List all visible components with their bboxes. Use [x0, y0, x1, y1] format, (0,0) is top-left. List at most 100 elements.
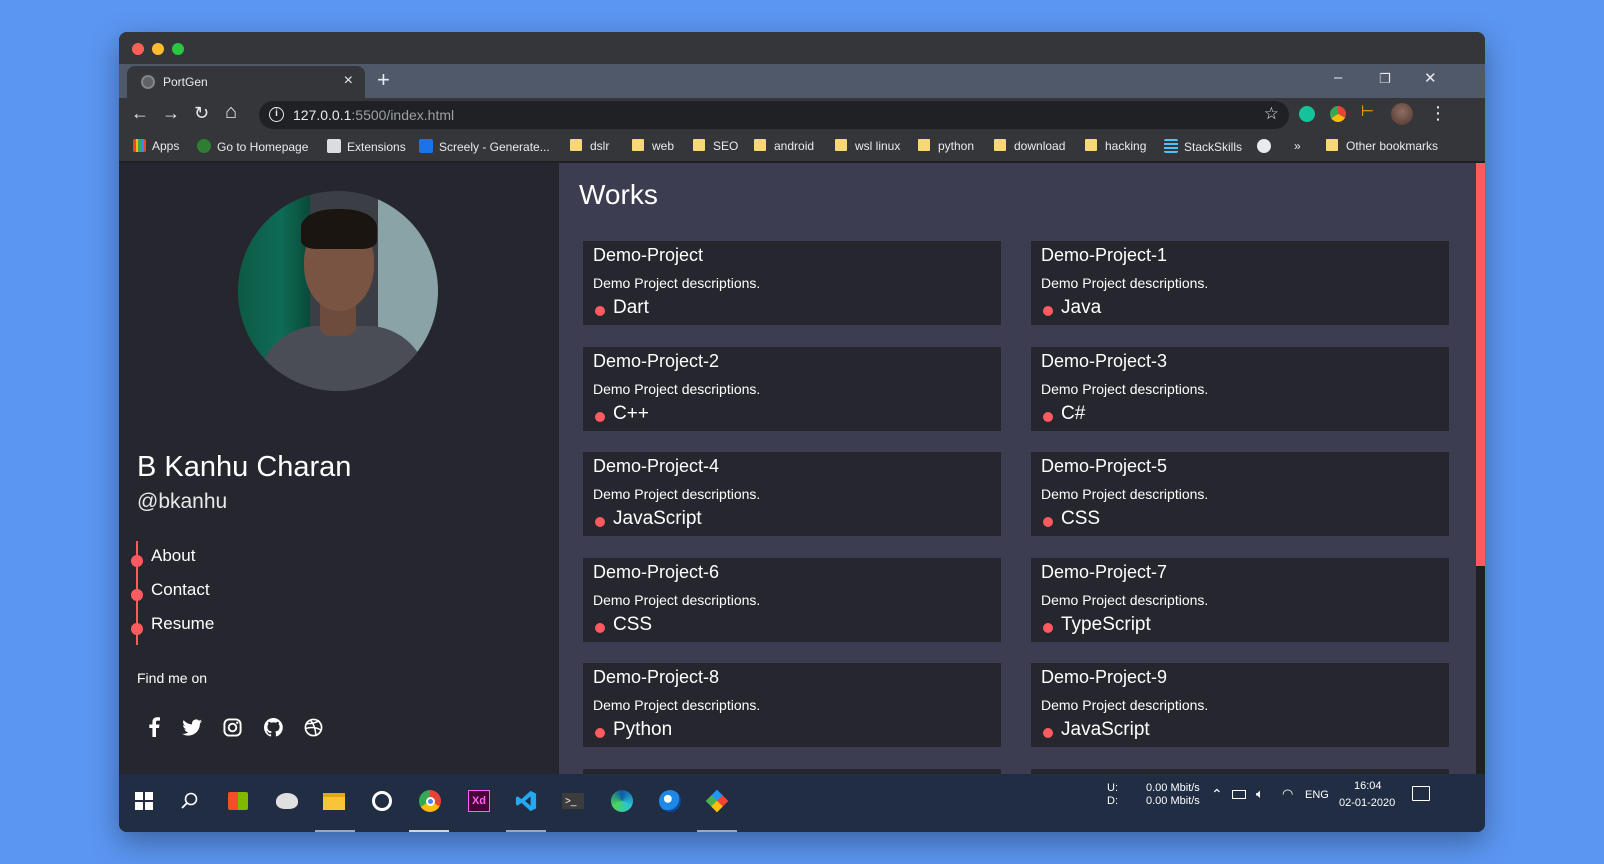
search-icon[interactable]: [177, 788, 203, 814]
folder-icon: [1085, 139, 1097, 151]
firefox-icon[interactable]: [657, 788, 683, 814]
window-minimize-button[interactable]: –: [1334, 69, 1342, 86]
project-card[interactable]: Demo-Project-6 Demo Project descriptions.…: [583, 558, 1001, 642]
folder-icon: [835, 139, 847, 151]
project-card[interactable]: Demo-Project Demo Project descriptions. Da…: [583, 241, 1001, 325]
bookmark-folder-hacking[interactable]: hacking: [1085, 139, 1146, 153]
globe-icon: [1257, 139, 1271, 153]
project-title[interactable]: Demo-Project-4: [593, 456, 719, 477]
apps-grid-icon: [133, 139, 146, 152]
maximize-traffic-light[interactable]: [172, 43, 184, 55]
bookmark-folder-python[interactable]: python: [918, 139, 974, 153]
github-icon[interactable]: [262, 716, 284, 738]
clock-date[interactable]: 02-01-2020: [1339, 797, 1395, 809]
notification-icon[interactable]: [1412, 786, 1430, 801]
tab-portgen[interactable]: PortGen ×: [127, 66, 365, 98]
bookmark-apps[interactable]: Apps: [133, 139, 179, 153]
color-extension-icon[interactable]: [1330, 106, 1346, 122]
reload-icon[interactable]: ↻: [194, 103, 209, 124]
grammarly-icon[interactable]: [1299, 106, 1315, 122]
nav-contact-link[interactable]: Contact: [151, 580, 210, 600]
language-indicator[interactable]: ENG: [1305, 789, 1329, 801]
chrome-menu-icon[interactable]: ⋮: [1429, 103, 1447, 124]
project-card[interactable]: Demo-Project-4 Demo Project descriptions.…: [583, 452, 1001, 536]
chevron-up-icon[interactable]: ⌃: [1211, 786, 1223, 803]
project-title[interactable]: Demo-Project-9: [1041, 667, 1167, 688]
bookmark-stackskills[interactable]: StackSkills: [1164, 139, 1242, 154]
dribbble-icon[interactable]: [302, 716, 324, 738]
chrome-icon[interactable]: [417, 788, 443, 814]
project-card[interactable]: Demo-Project-5 Demo Project descriptions.…: [1031, 452, 1449, 536]
project-card[interactable]: Demo-Project-1 Demo Project descriptions.…: [1031, 241, 1449, 325]
bookmark-folder-wsl[interactable]: wsl linux: [835, 139, 900, 153]
nav-dot: [131, 555, 143, 567]
project-title[interactable]: Demo-Project-5: [1041, 456, 1167, 477]
new-tab-button[interactable]: +: [377, 67, 390, 93]
bookmark-folder-seo[interactable]: SEO: [693, 139, 738, 153]
back-arrow-icon[interactable]: ←: [131, 103, 149, 124]
twitter-icon[interactable]: [181, 716, 203, 738]
bookmark-extensions[interactable]: Extensions: [327, 139, 406, 154]
volume-icon[interactable]: 🔈︎: [1256, 786, 1264, 802]
bookmark-web-label: web: [652, 139, 675, 153]
bookmark-globe[interactable]: [1257, 139, 1277, 154]
window-close-button[interactable]: ✕: [1424, 69, 1437, 87]
paint-icon[interactable]: [274, 788, 300, 814]
facebook-icon[interactable]: [143, 716, 165, 738]
puzzle-icon: [327, 139, 341, 153]
minimize-traffic-light[interactable]: [152, 43, 164, 55]
bookmark-wsl-label: wsl linux: [855, 139, 901, 153]
project-title[interactable]: Demo-Project-2: [593, 351, 719, 372]
home-icon[interactable]: ⌂: [225, 101, 237, 124]
window-restore-button[interactable]: ❐: [1379, 71, 1391, 87]
profile-photo: [238, 191, 438, 391]
close-traffic-light[interactable]: [132, 43, 144, 55]
wifi-icon[interactable]: ◠: [1282, 786, 1293, 802]
bookmark-homepage[interactable]: Go to Homepage: [197, 139, 308, 154]
project-title[interactable]: Demo-Project-8: [593, 667, 719, 688]
bookmarks-overflow-button[interactable]: »: [1294, 139, 1301, 153]
project-title[interactable]: Demo-Project-3: [1041, 351, 1167, 372]
store-icon[interactable]: [225, 788, 251, 814]
project-card[interactable]: Demo-Project-7 Demo Project descriptions.…: [1031, 558, 1449, 642]
nav-resume-link[interactable]: Resume: [151, 614, 214, 634]
project-title[interactable]: Demo-Project-7: [1041, 562, 1167, 583]
pinned-extension-icon[interactable]: ⊢: [1361, 102, 1377, 120]
edge-beta-icon[interactable]: [609, 788, 635, 814]
project-card[interactable]: Demo-Project-9 Demo Project descriptions.…: [1031, 663, 1449, 747]
bookmark-star-icon[interactable]: ☆: [1264, 104, 1279, 124]
address-bar[interactable]: i 127.0.0.1:5500/index.html ☆: [259, 101, 1289, 129]
project-title[interactable]: Demo-Project-6: [593, 562, 719, 583]
groove-icon[interactable]: [369, 788, 395, 814]
nav-about-link[interactable]: About: [151, 546, 195, 566]
bookmark-folder-download[interactable]: download: [994, 139, 1065, 153]
windows-start-icon[interactable]: [131, 788, 157, 814]
tab-close-icon[interactable]: ×: [344, 72, 353, 90]
bookmark-folder-dslr[interactable]: dslr: [570, 139, 609, 153]
project-card[interactable]: Demo-Project-2 Demo Project descriptions.…: [583, 347, 1001, 431]
project-title[interactable]: Demo-Project-1: [1041, 245, 1167, 266]
profile-name: B Kanhu Charan: [137, 451, 352, 483]
profile-avatar[interactable]: [1391, 103, 1413, 125]
project-card[interactable]: Demo-Project-8 Demo Project descriptions.…: [583, 663, 1001, 747]
project-card[interactable]: Demo-Project-3 Demo Project descriptions.…: [1031, 347, 1449, 431]
scrollbar-thumb[interactable]: [1476, 163, 1485, 566]
bookmark-other[interactable]: Other bookmarks: [1326, 139, 1438, 153]
site-info-icon[interactable]: i: [269, 107, 284, 122]
tab-title: PortGen: [163, 75, 208, 89]
network-label-column: U: D:: [1107, 782, 1118, 808]
adobe-xd-icon[interactable]: Xd: [466, 788, 492, 814]
instagram-icon[interactable]: [221, 716, 243, 738]
clock-time[interactable]: 16:04: [1354, 780, 1382, 792]
bookmark-folder-web[interactable]: web: [632, 139, 674, 153]
forward-arrow-icon[interactable]: →: [162, 103, 180, 124]
project-title[interactable]: Demo-Project: [593, 245, 703, 266]
battery-icon[interactable]: [1232, 790, 1246, 799]
url-text[interactable]: 127.0.0.1:5500/index.html: [293, 107, 454, 123]
bookmark-folder-android[interactable]: android: [754, 139, 814, 153]
vscode-icon[interactable]: [513, 788, 539, 814]
file-explorer-icon[interactable]: [321, 788, 347, 814]
bookmark-screely[interactable]: Screely - Generate...: [419, 139, 550, 154]
git-kraken-icon[interactable]: [704, 788, 730, 814]
terminal-icon[interactable]: >_: [560, 788, 586, 814]
